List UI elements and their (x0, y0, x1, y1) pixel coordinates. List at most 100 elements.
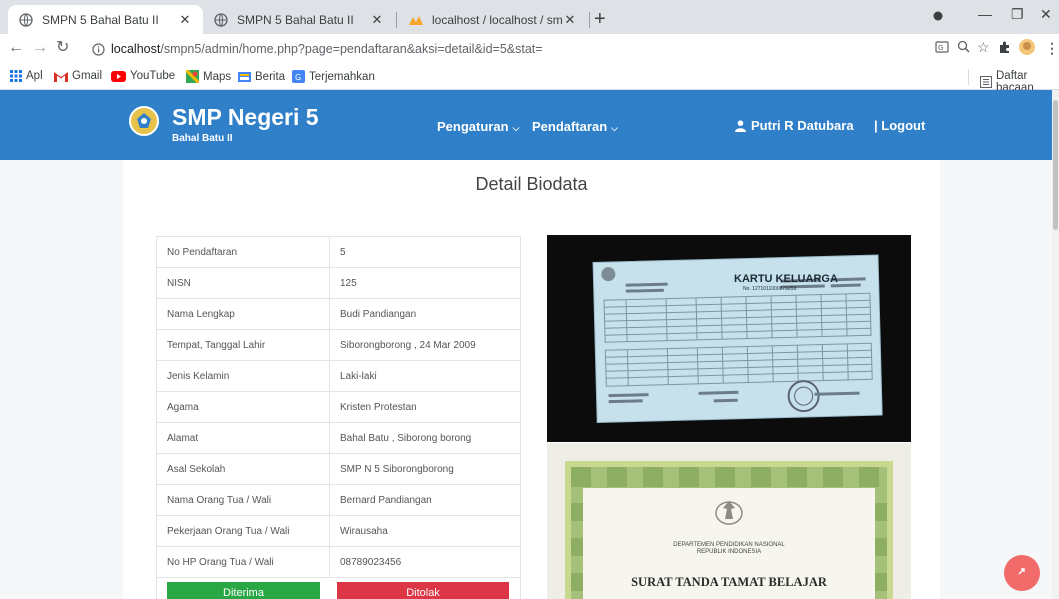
svg-text:G: G (295, 73, 301, 82)
browser-tab-2[interactable]: SMPN 5 Bahal Batu II ✕ (203, 5, 395, 34)
translate-icon: G (292, 70, 305, 83)
scrollbar-thumb[interactable] (1053, 100, 1058, 230)
back-arrow-icon[interactable]: ← (8, 39, 24, 57)
row-value: Laki-laki (340, 370, 377, 382)
chevron-down-icon: ⌵ (611, 123, 618, 133)
globe-icon (18, 12, 34, 28)
close-tab-icon[interactable]: ✕ (562, 12, 578, 28)
menu-pendaftaran[interactable]: Pendaftaran ⌵ (532, 119, 618, 134)
floating-action-button[interactable] (1004, 555, 1040, 591)
reload-icon[interactable]: ↻ (56, 39, 69, 57)
bookmark-apps[interactable]: Apl (10, 70, 43, 82)
table-row: Alamat Bahal Batu , Siborong borong (157, 423, 520, 454)
row-value: Bernard Pandiangan (340, 494, 432, 506)
school-logo-icon[interactable] (129, 106, 159, 136)
row-value: 08789023456 (340, 556, 402, 568)
row-label: Jenis Kelamin (157, 361, 330, 391)
accept-button[interactable]: Diterima (167, 582, 320, 599)
kartu-keluarga-image[interactable]: KARTU KELUARGA No. 1271011000873253 (547, 235, 911, 442)
row-label: Nama Lengkap (157, 299, 330, 329)
maps-icon (186, 70, 199, 83)
tab-title: SMPN 5 Bahal Batu II (237, 12, 354, 27)
new-tab-button[interactable]: + (594, 9, 606, 29)
profile-avatar-icon[interactable] (1018, 38, 1036, 59)
minimize-icon[interactable]: — (978, 6, 992, 22)
restore-icon[interactable]: ❐ (1011, 6, 1024, 23)
doc-heading: SURAT TANDA TAMAT BELAJAR (631, 575, 828, 589)
translate-icon[interactable]: G (935, 40, 949, 57)
tab-separator (589, 12, 590, 28)
bookmark-star-icon[interactable]: ☆ (977, 39, 990, 56)
close-window-icon[interactable]: ✕ (1040, 6, 1052, 23)
action-buttons: Diterima Ditolak (157, 578, 520, 599)
page-viewport: SMP Negeri 5 Bahal Batu II Pengaturan ⌵ P… (0, 90, 1059, 599)
brand-name[interactable]: SMP Negeri 5 (172, 104, 319, 131)
info-icon[interactable] (92, 42, 105, 56)
zoom-icon[interactable] (957, 40, 970, 56)
bookmark-label: Terjemahkan (309, 70, 375, 83)
profile-dot-icon[interactable] (933, 8, 943, 24)
row-value: Kristen Protestan (340, 401, 417, 413)
bookmark-label: Apl (26, 70, 43, 82)
browser-tab-1[interactable]: SMPN 5 Bahal Batu II ✕ (8, 5, 203, 34)
forward-arrow-icon[interactable]: → (32, 39, 48, 57)
apps-grid-icon (10, 70, 22, 82)
bookmark-label: YouTube (130, 70, 176, 82)
bookmark-label: Berita (255, 70, 286, 83)
row-value: Bahal Batu , Siborong borong (340, 432, 472, 444)
row-value: SMP N 5 Siborongborong (340, 463, 454, 475)
chevron-down-icon: ⌵ (512, 123, 520, 133)
table-row: Nama Orang Tua / Wali Bernard Pandiangan (157, 485, 520, 516)
user-menu[interactable]: Putri R Datubara (735, 118, 854, 133)
menu-pengaturan[interactable]: Pengaturan ⌵ (437, 119, 519, 134)
bookmark-berita[interactable]: Berita (238, 70, 285, 83)
globe-icon (213, 12, 229, 28)
address-bar[interactable]: localhost /smpn5/admin/home.php?page=pen… (92, 38, 962, 60)
row-value: Wirausaha (340, 525, 388, 537)
reading-list-icon (980, 76, 992, 88)
menu-label: Pengaturan (437, 119, 509, 134)
svg-text:G: G (938, 44, 943, 52)
browser-tab-3[interactable]: localhost / localhost / smpn5 / si ✕ (398, 5, 588, 34)
row-value: Budi Pandiangan (340, 308, 417, 320)
tab-title: SMPN 5 Bahal Batu II (42, 12, 159, 27)
table-row: No Pendaftaran 5 (157, 237, 520, 268)
bookmark-youtube[interactable]: YouTube (111, 70, 175, 82)
biodata-table: No Pendaftaran 5 NISN 125 Nama Lengkap Budi… (156, 236, 521, 599)
row-label: Asal Sekolah (157, 454, 330, 484)
close-tab-icon[interactable]: ✕ (177, 12, 193, 28)
row-label: No Pendaftaran (157, 237, 330, 267)
bookmark-label: Maps (203, 70, 232, 83)
row-label: Nama Orang Tua / Wali (157, 485, 330, 515)
table-row: Asal Sekolah SMP N 5 Siborongborong (157, 454, 520, 485)
youtube-icon (111, 70, 126, 82)
bookmark-terjemahkan[interactable]: G Terjemahkan (292, 70, 375, 83)
menu-label: Pendaftaran (532, 119, 608, 134)
row-label: No HP Orang Tua / Wali (157, 547, 330, 577)
logout-link[interactable]: | Logout (874, 118, 925, 133)
row-value: 125 (340, 277, 357, 289)
close-tab-icon[interactable]: ✕ (369, 12, 385, 28)
user-icon (735, 119, 746, 132)
row-value: Siborongborong , 24 Mar 2009 (340, 339, 476, 351)
user-name: Putri R Datubara (751, 118, 854, 133)
reject-button[interactable]: Ditolak (337, 582, 509, 599)
url-host: localhost (111, 42, 161, 56)
row-label: Alamat (157, 423, 330, 453)
bookmark-maps[interactable]: Maps (186, 70, 231, 83)
doc-dept: DEPARTEMEN PENDIDIKAN NASIONAL (673, 542, 785, 548)
page-title: Detail Biodata (475, 174, 588, 194)
kebab-menu-icon[interactable]: ⋮ (1045, 40, 1059, 57)
extensions-puzzle-icon[interactable] (998, 40, 1012, 57)
doc-country: REPUBLIK INDONESIA (697, 549, 761, 555)
url-path: /smpn5/admin/home.php?page=pendaftaran&a… (160, 42, 543, 56)
surat-tamat-belajar-image[interactable]: DEPARTEMEN PENDIDIKAN NASIONAL REPUBLIK … (547, 443, 911, 599)
table-row: No HP Orang Tua / Wali 08789023456 (157, 547, 520, 578)
tab-title: localhost / localhost / smpn5 / si (432, 12, 562, 27)
table-row: Agama Kristen Protestan (157, 392, 520, 423)
bookmark-gmail[interactable]: Gmail (54, 70, 102, 82)
row-label: Tempat, Tanggal Lahir (157, 330, 330, 360)
bookmarks-bar: Apl Gmail YouTube Maps Berita G Terjemah… (0, 64, 1059, 94)
bookmark-divider (968, 69, 969, 85)
table-row: Jenis Kelamin Laki-laki (157, 361, 520, 392)
